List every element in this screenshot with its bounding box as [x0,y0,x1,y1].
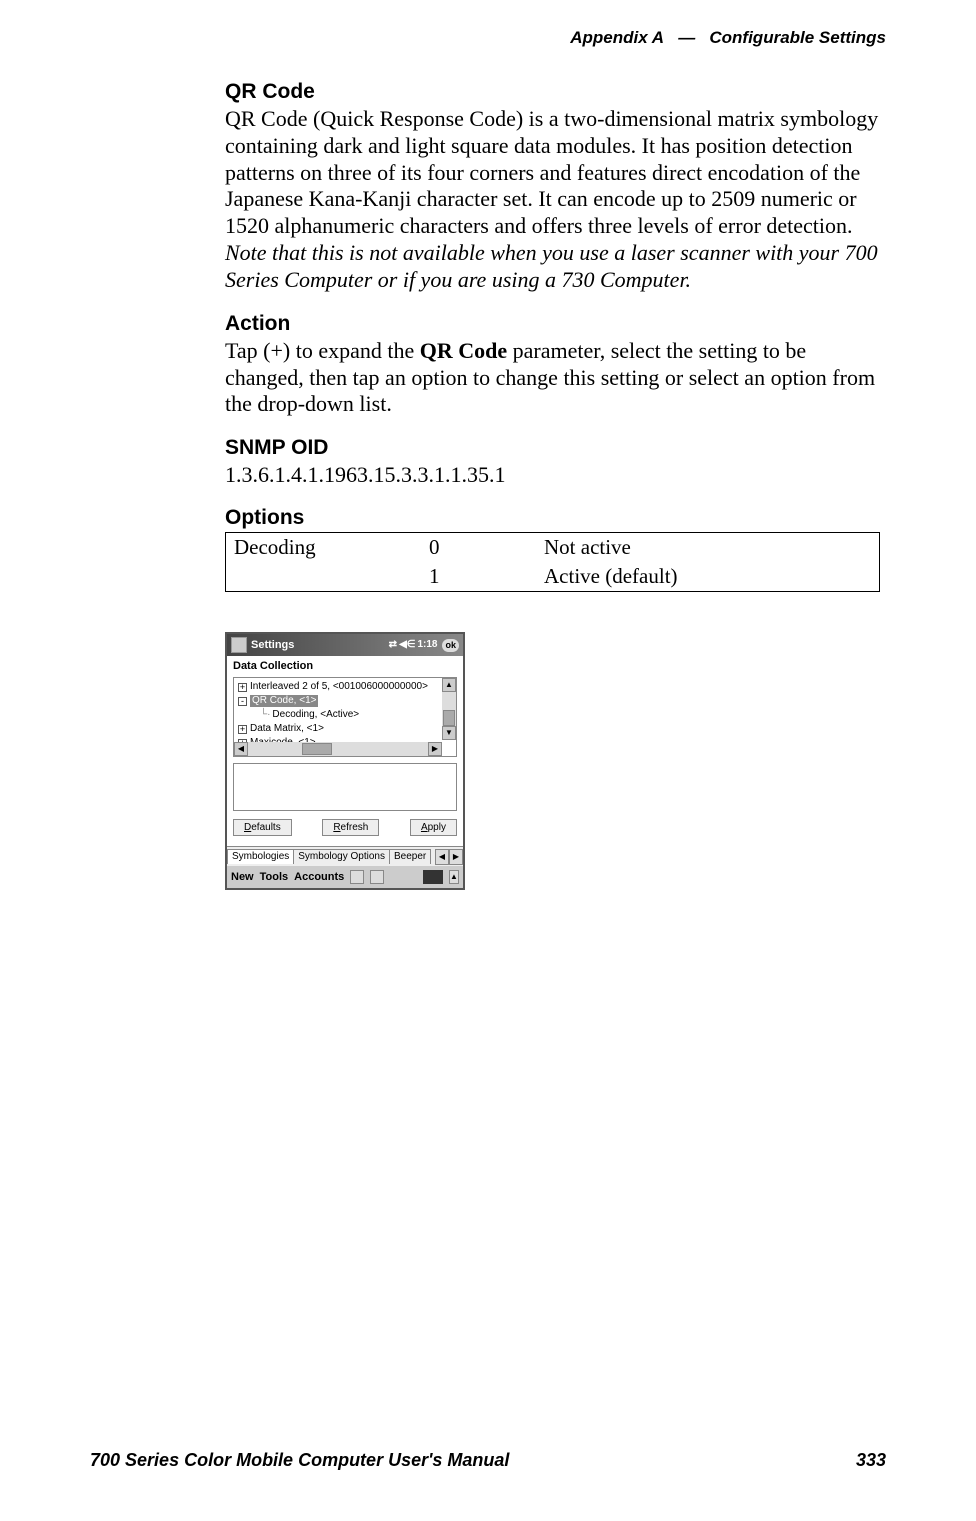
scroll-thumb[interactable] [443,710,455,726]
tree-label: Interleaved 2 of 5, <001006000000000> [250,681,428,693]
tab-symbology-options[interactable]: Symbology Options [293,849,390,864]
tree-item[interactable]: - QR Code, <1> [236,694,442,708]
tree-label: Data Matrix, <1> [250,723,324,735]
refresh-button[interactable]: Refresh [322,819,379,836]
table-row: Decoding 0 Not active [226,533,879,562]
volume-icon: ◀∈ [399,639,415,651]
page-content: QR Code QR Code (Quick Response Code) is… [225,80,885,890]
scroll-left-icon[interactable]: ◀ [234,742,248,756]
connectivity-icon: ⇄ [389,639,397,651]
tree-item[interactable]: └· Decoding, <Active> [236,708,442,722]
option-name: Decoding [234,535,429,560]
details-panel [233,763,457,811]
tab-nav: ◀ ▶ [435,849,463,865]
tree-connector-icon: └· [260,709,270,721]
qr-code-body: QR Code (Quick Response Code) is a two-d… [225,106,885,294]
ok-button[interactable]: ok [442,639,459,652]
tab-prev-icon[interactable]: ◀ [435,849,449,865]
action-body: Tap (+) to expand the QR Code parameter,… [225,338,885,418]
horizontal-scrollbar[interactable]: ◀ ▶ [234,742,442,756]
footer-manual: 700 Series Color Mobile Computer User's … [90,1450,509,1471]
scroll-track[interactable] [248,742,428,756]
header-separator: — [678,28,695,47]
action-heading: Action [225,312,885,336]
options-heading: Options [225,506,885,530]
option-name [234,564,429,589]
btn-label-rest: efresh [341,822,369,833]
snmp-oid-value: 1.3.6.1.4.1.1963.15.3.3.1.1.35.1 [225,462,885,488]
button-row: Defaults Refresh Apply [227,815,463,846]
tree-view[interactable]: + Interleaved 2 of 5, <001006000000000> … [233,677,457,757]
tree-item[interactable]: + Interleaved 2 of 5, <001006000000000> [236,680,442,694]
device-screenshot: Settings ⇄ ◀∈ 1:18 ok Data Collection + … [225,632,465,890]
tree-content: + Interleaved 2 of 5, <001006000000000> … [234,678,444,752]
menu-tools[interactable]: Tools [260,871,289,884]
qr-code-desc: QR Code (Quick Response Code) is a two-d… [225,106,878,238]
keyboard-icon[interactable] [423,870,443,884]
tree-label-selected: QR Code, <1> [250,695,318,707]
menu-icon-1[interactable] [350,870,364,884]
tree-item[interactable]: + Data Matrix, <1> [236,722,442,736]
header-appendix: Appendix A [570,28,664,47]
window-title: Settings [251,639,389,652]
tabs-row: Symbologies Symbology Options Beeper ◀ ▶ [227,846,463,866]
scroll-down-icon[interactable]: ▼ [442,726,456,740]
expand-icon[interactable]: + [238,683,247,692]
scroll-right-icon[interactable]: ▶ [428,742,442,756]
tree-label: Decoding, <Active> [272,709,359,721]
page-footer: 700 Series Color Mobile Computer User's … [90,1450,886,1471]
page-header: Appendix A — Configurable Settings [570,28,886,48]
status-icons: ⇄ ◀∈ 1:18 ok [389,639,459,652]
header-section: Configurable Settings [709,28,886,47]
btn-label-rest: efaults [251,822,280,833]
option-desc: Active (default) [544,564,871,589]
menu-accounts[interactable]: Accounts [294,871,344,884]
action-bold: QR Code [420,338,507,363]
btn-label-rest: pply [428,822,446,833]
qr-code-note: Note that this is not available when you… [225,240,878,292]
tab-next-icon[interactable]: ▶ [449,849,463,865]
applet-title: Data Collection [227,656,463,675]
title-bar: Settings ⇄ ◀∈ 1:18 ok [227,634,463,656]
defaults-button[interactable]: Defaults [233,819,292,836]
clock-text: 1:18 [417,639,437,651]
apply-button[interactable]: Apply [410,819,457,836]
snmp-heading: SNMP OID [225,436,885,460]
option-code: 1 [429,564,544,589]
footer-page: 333 [856,1450,886,1471]
menu-bar: New Tools Accounts ▲ [227,866,463,888]
collapse-icon[interactable]: - [238,697,247,706]
tab-symbologies[interactable]: Symbologies [227,849,294,864]
option-desc: Not active [544,535,871,560]
qr-code-heading: QR Code [225,80,885,104]
menu-new[interactable]: New [231,871,254,884]
option-code: 0 [429,535,544,560]
tab-beeper[interactable]: Beeper [389,849,431,864]
action-prefix: Tap (+) to expand the [225,338,420,363]
vertical-scrollbar[interactable]: ▲ ▼ [442,678,456,740]
scroll-thumb[interactable] [302,743,332,755]
expand-icon[interactable]: + [238,725,247,734]
menu-icon-2[interactable] [370,870,384,884]
scroll-track[interactable] [442,692,456,726]
options-table: Decoding 0 Not active 1 Active (default) [225,532,880,592]
start-icon[interactable] [231,637,247,653]
scroll-up-icon[interactable]: ▲ [442,678,456,692]
keyboard-menu-icon[interactable]: ▲ [449,870,459,884]
table-row: 1 Active (default) [226,562,879,591]
